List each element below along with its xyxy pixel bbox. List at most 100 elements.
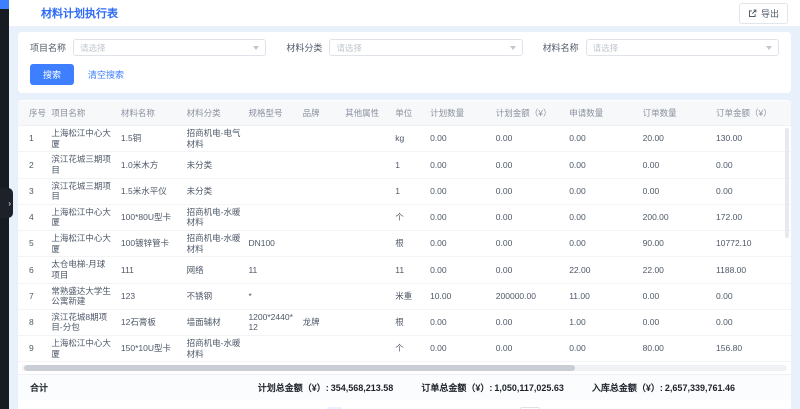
table-cell: 0.00	[565, 152, 638, 178]
column-header[interactable]: 单位	[391, 101, 426, 126]
chevron-down-icon	[253, 46, 259, 50]
topbar: 材料计划执行表 导出	[9, 0, 800, 26]
table-cell: 招商机电-水暖材料	[183, 336, 245, 362]
table-cell: 0.00	[426, 152, 492, 178]
table-cell: 0.00	[426, 336, 492, 362]
table-cell: 156.80	[712, 336, 791, 362]
table-cell: 12石膏板	[117, 309, 183, 335]
column-header[interactable]: 申请数量	[565, 101, 638, 126]
column-header[interactable]: 项目名称	[47, 101, 117, 126]
table-cell	[299, 178, 342, 204]
filter-fields-row: 项目名称请选择材料分类请选择材料名称请选择	[30, 39, 779, 56]
table-cell: 滨江花城8期项目-分包	[47, 309, 117, 335]
export-icon	[748, 9, 757, 18]
table-cell: 4	[18, 204, 47, 230]
filter-select[interactable]: 请选择	[329, 39, 522, 56]
table-cell: 0.00	[565, 336, 638, 362]
column-header[interactable]: 序号	[18, 101, 47, 126]
column-header[interactable]: 订单数量	[639, 101, 712, 126]
table-row[interactable]: 9上海松江中心大厦150*10U型卡招商机电-水暖材料个0.000.000.00…	[18, 336, 791, 362]
export-label: 导出	[761, 7, 779, 20]
table-cell: 个	[391, 336, 426, 362]
table-cell: 0.00	[426, 257, 492, 283]
column-header[interactable]: 订单金额（¥）	[712, 101, 791, 126]
table-cell: 0.00	[492, 309, 565, 335]
column-header[interactable]: 材料名称	[117, 101, 183, 126]
filter-select[interactable]: 请选择	[586, 39, 779, 56]
table-row[interactable]: 5上海松江中心大厦100镀锌管卡招商机电-水暖材料DN100根0.000.000…	[18, 231, 791, 257]
clear-search-button[interactable]: 清空搜索	[88, 68, 124, 81]
table-cell	[244, 336, 298, 362]
table-cell: 200.00	[639, 204, 712, 230]
table-cell: 0.00	[565, 231, 638, 257]
table-cell: 常熟盛达大学生公寓新建	[47, 283, 117, 309]
table-cell: 90.00	[639, 231, 712, 257]
table-cell: 10.00	[426, 283, 492, 309]
table-cell: DN100	[244, 231, 298, 257]
table-cell: 0.00	[492, 152, 565, 178]
table-cell: 80.00	[639, 336, 712, 362]
table-cell: 0.00	[712, 178, 791, 204]
search-button[interactable]: 搜索	[30, 64, 74, 85]
table-cell: 上海松江中心大厦	[47, 204, 117, 230]
table-cell: 0.00	[492, 178, 565, 204]
table-cell: 9	[18, 336, 47, 362]
summary-item-value: 354,568,213.58	[331, 383, 394, 393]
table-cell: 0.00	[565, 204, 638, 230]
horizontal-scrollbar[interactable]	[22, 365, 787, 371]
column-header[interactable]: 计划金额（¥）	[492, 101, 565, 126]
table-row[interactable]: 2滨江花城三期项目1.0米木方未分类10.000.000.000.000.00	[18, 152, 791, 178]
table-panel: 序号项目名称材料名称材料分类规格型号品牌其他属性单位计划数量计划金额（¥）申请数…	[18, 100, 791, 409]
table-cell: 100*80U型卡	[117, 204, 183, 230]
table-row[interactable]: 6太仓电梯-月球项目111网络11110.000.0022.0022.00118…	[18, 257, 791, 283]
table-cell: 6	[18, 257, 47, 283]
filter-label: 项目名称	[30, 41, 66, 54]
table-cell: 11	[391, 257, 426, 283]
chevron-right-icon: ›	[8, 199, 11, 208]
column-header[interactable]: 材料分类	[183, 101, 245, 126]
table-row[interactable]: 4上海松江中心大厦100*80U型卡招商机电-水暖材料个0.000.000.00…	[18, 204, 791, 230]
table-cell: 7	[18, 283, 47, 309]
table-header-row: 序号项目名称材料名称材料分类规格型号品牌其他属性单位计划数量计划金额（¥）申请数…	[18, 101, 791, 126]
table-cell: 1.0米木方	[117, 152, 183, 178]
vertical-scrollbar[interactable]	[785, 128, 789, 238]
export-button[interactable]: 导出	[739, 3, 788, 24]
table-row[interactable]: 1上海松江中心大厦1.5铜招商机电-电气材料kg0.000.000.0020.0…	[18, 126, 791, 152]
scrollbar-thumb[interactable]	[24, 365, 575, 371]
sidebar-toggle[interactable]: ›	[0, 188, 13, 218]
table-cell: 0.00	[565, 178, 638, 204]
logo	[0, 0, 9, 9]
table-cell: 招商机电-水暖材料	[183, 231, 245, 257]
chevron-down-icon	[766, 46, 772, 50]
table-cell	[341, 204, 391, 230]
column-header[interactable]: 规格型号	[244, 101, 298, 126]
summary-item-label: 订单总金额（¥）:	[421, 383, 492, 393]
table-cell	[341, 126, 391, 152]
table-cell: 上海松江中心大厦	[47, 231, 117, 257]
table-cell: 1	[391, 178, 426, 204]
table-cell: 招商机电-水暖材料	[183, 204, 245, 230]
filter-select[interactable]: 请选择	[73, 39, 266, 56]
column-header[interactable]: 其他属性	[341, 101, 391, 126]
summary-row: 合计 计划总金额（¥）:354,568,213.58订单总金额（¥）:1,050…	[18, 374, 791, 400]
summary-items: 计划总金额（¥）:354,568,213.58订单总金额（¥）:1,050,11…	[258, 381, 779, 394]
table-cell: 未分类	[183, 152, 245, 178]
table-row[interactable]: 8滨江花城8期项目-分包12石膏板墙面辅材1200*2440*12龙牌根0.00…	[18, 309, 791, 335]
table-cell: 滨江花城三期项目	[47, 152, 117, 178]
table-cell	[244, 204, 298, 230]
table-cell: 20.00	[639, 126, 712, 152]
column-header[interactable]: 品牌	[299, 101, 342, 126]
filter-label: 材料分类	[286, 41, 322, 54]
table-cell	[341, 309, 391, 335]
table-cell	[299, 204, 342, 230]
summary-item: 入库总金额（¥）:2,657,339,761.46	[592, 381, 735, 394]
table-cell: 0.00	[492, 257, 565, 283]
table-cell: 123	[117, 283, 183, 309]
table-row[interactable]: 7常熟盛达大学生公寓新建123不锈钢*米重10.00200000.0011.00…	[18, 283, 791, 309]
table-cell	[341, 178, 391, 204]
table-cell: 太仓电梯-月球项目	[47, 257, 117, 283]
select-placeholder: 请选择	[593, 42, 619, 54]
page-title: 材料计划执行表	[41, 5, 118, 21]
table-row[interactable]: 3滨江花城三期项目1.5米水平仪未分类10.000.000.000.000.00	[18, 178, 791, 204]
column-header[interactable]: 计划数量	[426, 101, 492, 126]
